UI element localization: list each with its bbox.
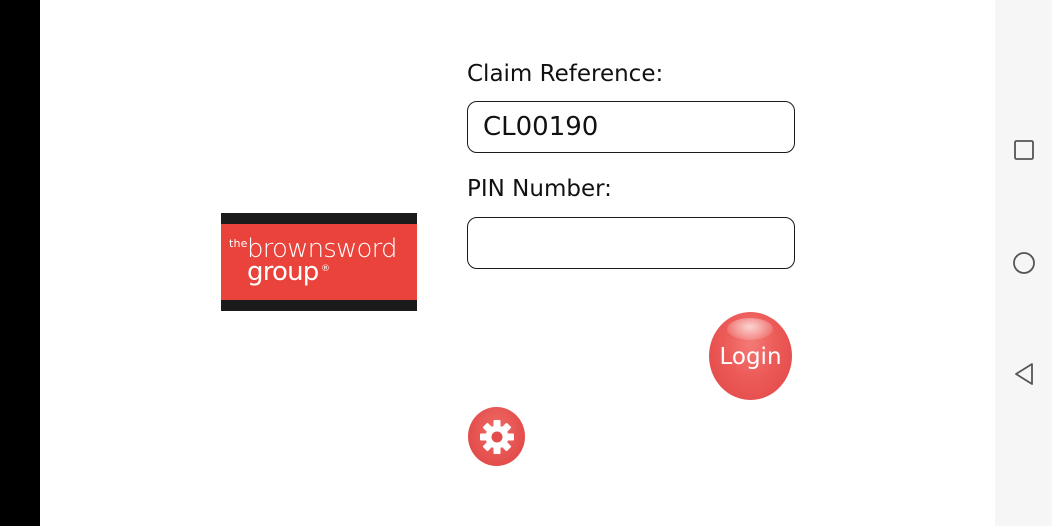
- circle-icon: [1012, 252, 1035, 274]
- login-button[interactable]: Login: [709, 312, 792, 400]
- pin-number-input[interactable]: [467, 217, 795, 269]
- logo-group-text: group: [247, 257, 319, 287]
- square-icon: [1013, 140, 1034, 160]
- brownsword-group-logo: the brownsword group ®: [221, 213, 417, 311]
- screen-edge: [0, 0, 40, 526]
- claim-reference-input[interactable]: [467, 101, 795, 153]
- triangle-back-icon: [1014, 363, 1033, 385]
- gear-icon: [479, 419, 514, 454]
- settings-button[interactable]: [468, 407, 525, 466]
- app-screen: the brownsword group ® Claim Reference: …: [0, 0, 1052, 526]
- pin-number-label: PIN Number:: [467, 176, 612, 202]
- login-button-gloss: [727, 318, 773, 340]
- system-navigation-bar: [995, 0, 1052, 526]
- home-button[interactable]: [995, 239, 1052, 287]
- claim-reference-label: Claim Reference:: [467, 61, 664, 87]
- logo-registered-mark: ®: [321, 264, 330, 274]
- recents-button[interactable]: [995, 126, 1052, 174]
- back-button[interactable]: [995, 350, 1052, 398]
- logo-the-text: the: [229, 237, 248, 250]
- login-button-label: Login: [719, 344, 782, 370]
